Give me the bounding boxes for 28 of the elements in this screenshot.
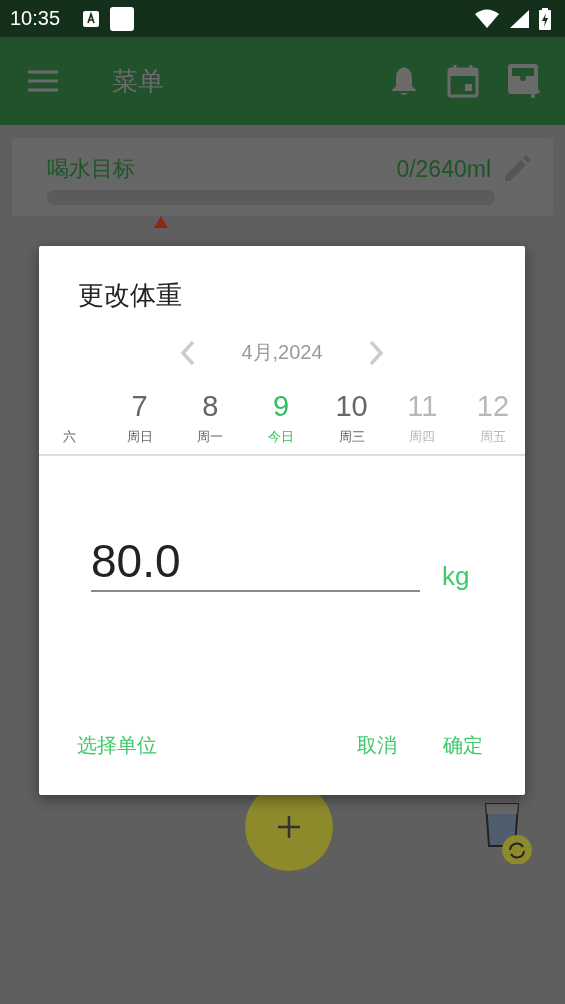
weight-input[interactable]: 80.0 xyxy=(91,534,420,592)
date-item[interactable]: 六 xyxy=(39,390,99,446)
date-item[interactable]: 10 周三 xyxy=(321,390,382,446)
app-title: 菜单 xyxy=(112,64,164,98)
select-unit-button[interactable]: 选择单位 xyxy=(65,726,169,765)
plus-icon xyxy=(277,815,301,839)
date-item[interactable]: 9 今日 xyxy=(250,390,311,446)
ok-button[interactable]: 确定 xyxy=(431,726,495,765)
unit-label: kg xyxy=(442,561,470,592)
wifi-icon xyxy=(475,8,499,29)
triangle-marker-icon xyxy=(154,216,168,228)
calendar-icon[interactable] xyxy=(447,64,479,98)
status-time: 10:35 xyxy=(10,7,61,30)
date-item[interactable]: 7 周日 xyxy=(109,390,170,446)
menu-icon[interactable] xyxy=(28,70,58,92)
water-amount: 0/2640ml xyxy=(396,155,491,183)
keyboard-icon xyxy=(82,9,101,28)
scale-add-icon[interactable] xyxy=(507,63,543,99)
date-item[interactable]: 11 周四 xyxy=(392,390,453,446)
dialog-title: 更改体重 xyxy=(77,279,183,312)
bell-icon[interactable] xyxy=(389,65,419,97)
month-label: 4月,2024 xyxy=(241,340,323,365)
signal-icon xyxy=(509,8,529,29)
cancel-button[interactable]: 取消 xyxy=(345,726,409,765)
date-item[interactable]: 12 周五 xyxy=(462,390,523,446)
date-item[interactable]: 8 周一 xyxy=(180,390,241,446)
battery-icon xyxy=(539,7,551,30)
water-goal-label: 喝水目标 xyxy=(47,155,135,183)
